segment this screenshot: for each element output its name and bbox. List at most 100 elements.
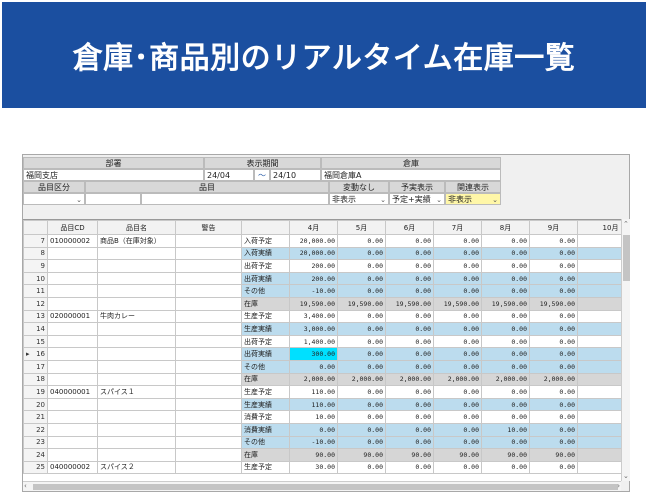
month-value-cell[interactable]: 2,00 [577,372,621,387]
item-code-cell[interactable] [47,296,98,311]
warning-cell[interactable] [175,246,242,261]
month-value-cell[interactable]: 0.00 [337,284,386,298]
month-value-cell[interactable]: 200.00 [289,259,338,273]
item-name-cell[interactable] [97,422,176,437]
month-value-cell[interactable]: 10.00 [289,410,338,424]
month-value-cell[interactable]: 19,590.00 [385,296,434,311]
month-value-cell[interactable]: 0 [577,322,621,336]
month-value-cell[interactable]: 19,590.00 [433,296,482,311]
month-value-cell[interactable]: 0.00 [481,322,530,336]
month-value-cell[interactable]: 0.00 [529,410,578,424]
month-value-cell[interactable]: 0.00 [529,309,578,324]
item-name-cell[interactable] [97,246,176,261]
month-value-cell[interactable]: 0.00 [433,334,482,349]
month-value-cell[interactable]: 0.00 [481,259,530,273]
month-value-cell[interactable]: 0.00 [481,334,530,349]
item-name-cell[interactable]: 牛肉カレー [97,309,176,324]
month-value-cell[interactable]: 0.00 [433,234,482,248]
month-value-cell[interactable]: 20,000.00 [289,246,338,261]
month-value-cell[interactable]: 19,590.00 [481,296,530,311]
item-code-cell[interactable] [47,397,98,412]
column-header-month[interactable]: 5月 [337,220,386,235]
month-value-cell[interactable]: 0 [577,422,621,437]
table-row[interactable]: 12 在庫 19,590.00 19,590.00 19,590.00 19,590.00… [23,296,621,311]
month-value-cell[interactable]: 3,400.00 [289,309,338,324]
month-value-cell[interactable]: 0 [577,284,621,298]
warning-cell[interactable] [175,334,242,349]
month-value-cell[interactable]: 0.00 [433,322,482,336]
month-value-cell[interactable]: 90.00 [529,448,578,462]
month-value-cell[interactable]: 110.00 [289,397,338,412]
month-value-cell[interactable]: 0.00 [385,410,434,424]
table-row[interactable]: 24在庫90.0090.0090.0090.0090.0090.009 [23,448,621,462]
item-code-cell[interactable]: 040000002 [47,460,98,475]
month-value-cell[interactable]: 90.00 [481,448,530,462]
month-value-cell[interactable]: 0.00 [385,246,434,261]
column-header-month[interactable]: 8月 [481,220,530,235]
month-value-cell[interactable]: 0.00 [337,347,386,361]
month-value-cell[interactable]: 0.00 [385,347,434,361]
warning-cell[interactable] [175,284,242,298]
warning-cell[interactable] [175,435,242,450]
table-row[interactable]: 10出荷実績200.000.000.000.000.000.000 [23,271,621,286]
warning-cell[interactable] [175,296,242,311]
item-name-cell[interactable] [97,271,176,286]
warning-cell[interactable] [175,448,242,462]
month-value-cell[interactable]: 0.00 [529,334,578,349]
month-value-cell[interactable]: 0.00 [481,347,530,361]
item-code-cell[interactable] [47,271,98,286]
table-row[interactable]: 8入荷実績20,000.000.000.000.000.000.000 [23,246,621,261]
month-value-cell[interactable]: 0.00 [529,397,578,412]
month-value-cell[interactable]: 19,590.00 [289,296,338,311]
month-value-cell[interactable]: 0.00 [481,359,530,374]
table-row[interactable]: ▸ 16出荷実績300.000.000.000.000.000.000 [23,347,621,361]
month-value-cell[interactable]: 0.00 [433,284,482,298]
month-value-cell[interactable]: 0.00 [481,435,530,450]
item-code-cell[interactable] [47,435,98,450]
month-value-cell[interactable]: 0.00 [529,246,578,261]
warning-cell[interactable] [175,309,242,324]
warning-cell[interactable] [175,259,242,273]
item-name-cell[interactable] [97,435,176,450]
warning-cell[interactable] [175,234,242,248]
warning-cell[interactable] [175,397,242,412]
item-name-cell[interactable] [97,284,176,298]
column-header-month[interactable]: 9月 [529,220,578,235]
month-value-cell[interactable]: 19,590.00 [529,296,578,311]
forecast-select[interactable]: 予定+実績 ⌄ [389,193,445,205]
month-value-cell[interactable]: 0.00 [481,271,530,286]
item-code-cell[interactable] [47,259,98,273]
period-to-field[interactable]: 24/10 [270,169,321,181]
month-value-cell[interactable]: 0 [577,435,621,450]
month-value-cell[interactable]: 0.00 [529,259,578,273]
month-value-cell[interactable]: 19,59 [577,296,621,311]
month-value-cell[interactable]: 0.00 [337,259,386,273]
item-name-cell[interactable]: スパイス１ [97,385,176,399]
month-value-cell[interactable]: 0 [577,410,621,424]
month-value-cell[interactable]: 0.00 [529,284,578,298]
month-value-cell[interactable]: 110.00 [289,385,338,399]
month-value-cell[interactable]: 0 [577,334,621,349]
month-value-cell[interactable]: 0.00 [433,435,482,450]
item-name-cell[interactable]: スパイス２ [97,460,176,475]
month-value-cell[interactable]: 2,000.00 [529,372,578,387]
month-value-cell[interactable]: 0.00 [337,410,386,424]
month-value-cell[interactable]: 10.00 [481,422,530,437]
month-value-cell[interactable]: 2,000.00 [433,372,482,387]
table-row[interactable]: 15出荷予定1,400.000.000.000.000.000.000 [23,334,621,349]
change-select[interactable]: 非表示 ⌄ [329,193,389,205]
month-value-cell[interactable]: 0.00 [433,309,482,324]
table-row[interactable]: 13 020000001 牛肉カレー 生産予定 3,400.00 0.00 0.00 0.00… [23,309,621,324]
table-row[interactable]: 9出荷予定200.000.000.000.000.000.000 [23,259,621,273]
month-value-cell[interactable]: 0.00 [433,246,482,261]
column-header-month[interactable]: 10月 [577,220,621,235]
table-row[interactable]: 21消費予定10.000.000.000.000.000.000 [23,410,621,424]
item-name-cell[interactable] [97,322,176,336]
month-value-cell[interactable]: 0.00 [337,234,386,248]
month-value-cell[interactable]: 0 [577,246,621,261]
warning-cell[interactable] [175,410,242,424]
month-value-cell[interactable]: 0.00 [529,234,578,248]
month-value-cell[interactable]: 0.00 [529,347,578,361]
month-value-cell[interactable]: 0.00 [529,271,578,286]
month-value-cell[interactable]: 0.00 [337,397,386,412]
